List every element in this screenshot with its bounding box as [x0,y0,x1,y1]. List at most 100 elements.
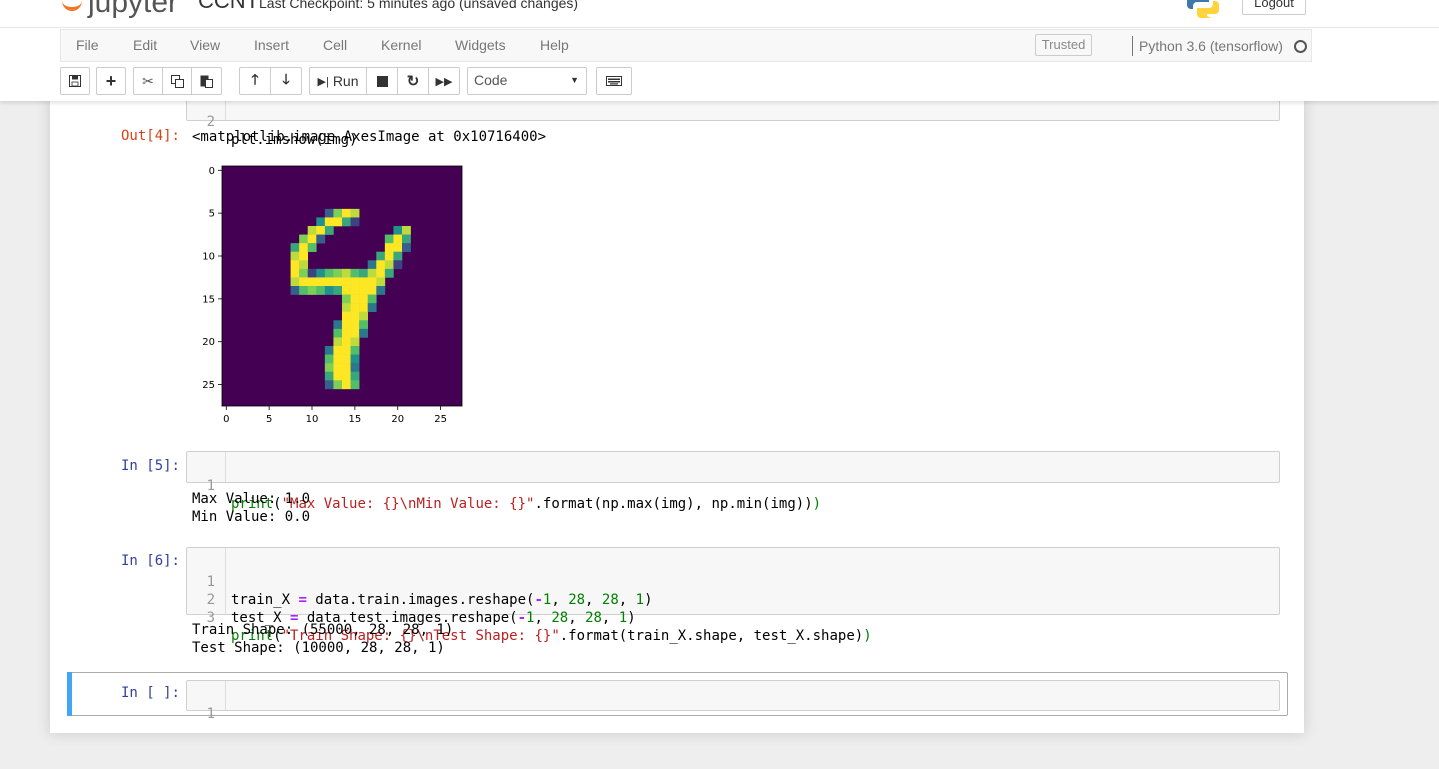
pixel-cell [376,286,386,295]
pixel-cell [350,303,360,313]
jupyter-logo-icon [62,0,82,12]
save-button[interactable] [60,67,90,95]
pixel-cell [290,260,300,270]
pixel-cell [367,277,377,287]
move-down-button[interactable]: 🡓 [270,67,302,95]
restart-button[interactable]: ↻ [397,67,429,95]
pixel-cell [333,268,343,278]
copy-button[interactable] [162,67,192,95]
x-tick-label: 25 [434,414,447,425]
x-tick-label: 10 [306,414,319,425]
run-icon: ▶| [317,75,329,88]
pixel-cell [402,234,411,244]
logo-row: jupyter CCNT Last Checkpoint: 5 minutes … [0,0,1439,28]
pixel-cell [342,268,351,278]
restart-run-all-button[interactable]: ▶▶ [428,67,460,95]
python-logo-icon [1187,0,1219,18]
pixel-cell [376,251,386,261]
output-text: Test Shape: (10000, 28, 28, 1) [192,640,445,656]
pixel-cell [333,286,343,295]
pixel-cell [384,234,394,244]
pixel-cell [342,217,351,227]
pixel-cell [324,208,334,218]
pixel-cell [307,286,317,295]
code-line: 3 print("Train Shape: {}\nTest Shape: {}… [187,591,872,644]
pixel-cell [299,268,309,278]
pixel-cell [324,363,334,373]
notebook-name[interactable]: CCNT [198,0,259,14]
code-line: 1 [187,687,238,722]
cell-type-select[interactable]: Code ▼ [467,67,587,95]
pixel-cell [324,380,334,390]
kernel-name[interactable]: Python 3.6 (tensorflow) [1139,38,1283,54]
pixel-cell [342,363,351,373]
notebook-container: 2 plt.imshow(img) Out[4]: <matplotlib.im… [50,88,1304,733]
code-line: 1 train_X = data.train.images.reshape(-1… [187,555,653,608]
pixel-cell [350,363,360,373]
logout-button[interactable]: Logout [1242,0,1306,15]
command-palette-button[interactable] [596,67,632,95]
y-tick-label: 10 [202,252,215,263]
save-icon [69,75,81,87]
pixel-cell [316,226,326,235]
pixel-cell [324,286,334,295]
pixel-cell [316,217,326,227]
pixel-cell [350,380,360,390]
pixel-cell [333,208,343,218]
trusted-indicator[interactable]: Trusted [1035,34,1092,56]
pixel-cell [359,328,369,338]
pixel-cell [307,277,317,287]
code-cell-7-input[interactable]: 1 [186,680,1280,722]
interrupt-button[interactable] [366,67,398,95]
code-cell-6-input[interactable]: 1 train_X = data.train.images.reshape(-1… [186,547,1280,644]
arrow-up-icon: 🡑 [251,71,259,87]
pixel-cell [290,243,300,253]
pixel-cell [350,320,360,330]
paste-button[interactable] [191,67,222,95]
menu-cell[interactable]: Cell [323,37,347,53]
pixel-cell [350,268,360,278]
pixel-cell [359,277,369,287]
pixel-cell [384,243,394,253]
pixel-cell [393,251,403,261]
output-text: Train Shape: (55000, 28, 28, 1) [192,622,454,638]
move-up-button[interactable]: 🡑 [239,67,271,95]
pixel-cell [299,251,309,261]
menu-file[interactable]: File [76,37,99,53]
cut-button[interactable]: ✂ [133,67,163,95]
pixel-cell [307,234,317,244]
code-text: train_X = data.train.images.reshape(-1, … [231,592,653,608]
pixel-cell [393,234,403,244]
pixel-cell [367,294,377,304]
code-cell-5-input[interactable]: 1 print("Max Value: {}\nMin Value: {}".f… [186,451,1280,512]
menu-insert[interactable]: Insert [254,37,289,53]
y-tick-label: 5 [209,209,215,220]
jupyter-logo[interactable]: jupyter [62,0,178,20]
pixel-cell [359,294,369,304]
x-tick-label: 15 [348,414,361,425]
pixel-cell [384,268,394,278]
input-prompt: In [6]: [120,553,180,569]
code-line: 2 test_X = data.test.images.reshape(-1, … [187,573,636,626]
run-button[interactable]: ▶| Run [309,67,367,95]
pixel-cell [342,294,351,304]
menu-help[interactable]: Help [540,37,569,53]
pixel-cell [367,260,377,270]
y-tick-label: 20 [202,337,215,348]
jupyter-logo-text: jupyter [88,0,179,19]
insert-cell-button[interactable]: + [96,67,126,95]
pixel-cell [299,243,309,253]
x-tick-label: 20 [391,414,404,425]
menu-view[interactable]: View [190,37,220,53]
menu-kernel[interactable]: Kernel [381,37,421,53]
menu-widgets[interactable]: Widgets [455,37,506,53]
chevron-down-icon: ▼ [570,75,579,85]
pixel-cell [324,354,334,364]
menu-edit[interactable]: Edit [133,37,157,53]
pixel-cell [324,277,334,287]
arrow-down-icon: 🡓 [282,71,290,87]
stop-icon [376,75,388,87]
x-tick-label: 0 [223,414,229,425]
pixel-cell [324,226,334,235]
pixel-cell [333,328,343,338]
